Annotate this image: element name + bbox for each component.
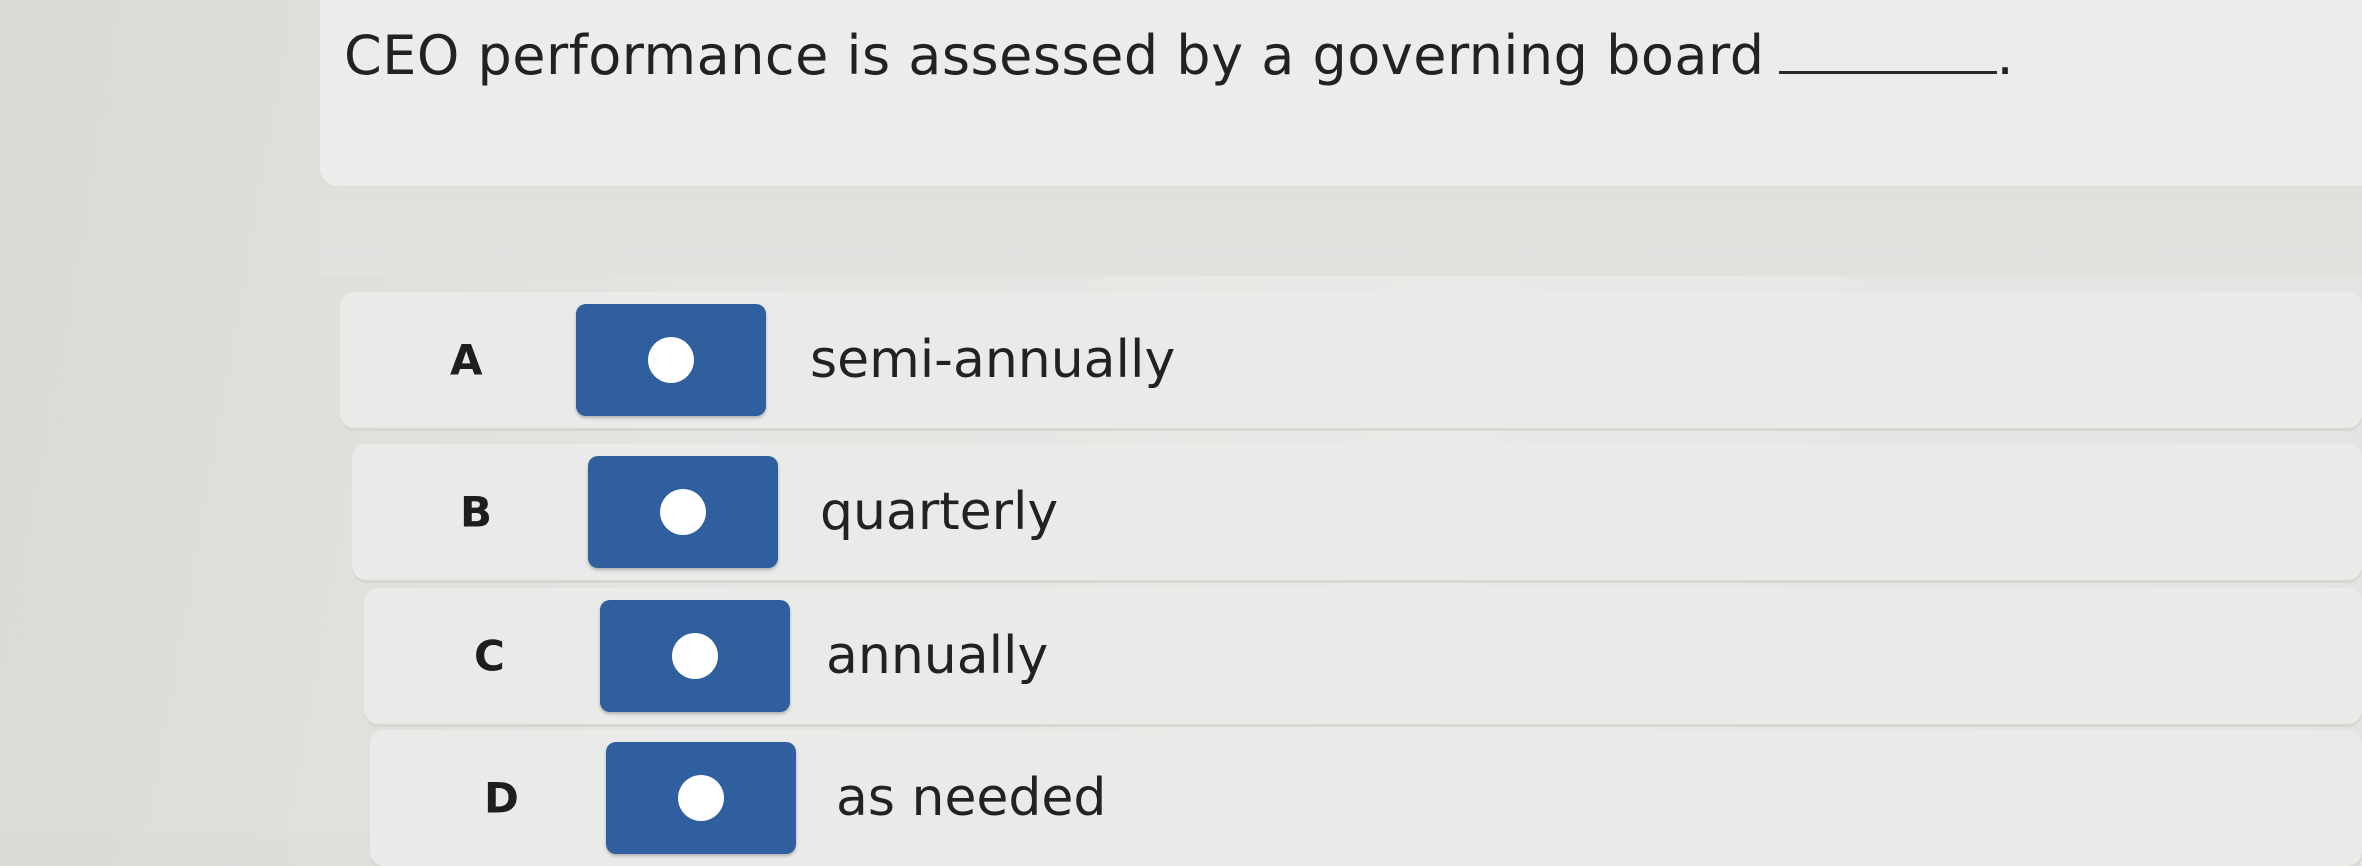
option-letter-d: D: [484, 773, 519, 823]
question-suffix: .: [1996, 24, 2015, 87]
question-panel: CEO performance is assessed by a governi…: [320, 0, 2362, 186]
option-letter-a: A: [450, 335, 483, 385]
option-row-c[interactable]: C annually: [364, 588, 2362, 724]
radio-button-c[interactable]: [600, 600, 790, 712]
option-letter-c: C: [474, 631, 505, 681]
radio-dot-icon: [660, 489, 706, 535]
option-row-a[interactable]: A semi-annually: [340, 292, 2362, 428]
option-letter-b: B: [460, 487, 493, 537]
radio-button-b[interactable]: [588, 456, 778, 568]
question-text: CEO performance is assessed by a governi…: [344, 24, 2014, 87]
radio-dot-icon: [678, 775, 724, 821]
question-stem: CEO performance is assessed by a governi…: [344, 24, 1765, 87]
separator-band: [320, 186, 2362, 276]
radio-button-a[interactable]: [576, 304, 766, 416]
option-label-a: semi-annually: [810, 330, 1176, 390]
option-label-c: annually: [826, 626, 1049, 686]
radio-button-d[interactable]: [606, 742, 796, 854]
option-row-b[interactable]: B quarterly: [352, 444, 2362, 580]
answer-blank: [1778, 27, 1997, 74]
option-label-d: as needed: [836, 768, 1107, 828]
radio-dot-icon: [672, 633, 718, 679]
option-row-d[interactable]: D as needed: [370, 730, 2362, 866]
option-label-b: quarterly: [820, 482, 1059, 542]
radio-dot-icon: [648, 337, 694, 383]
